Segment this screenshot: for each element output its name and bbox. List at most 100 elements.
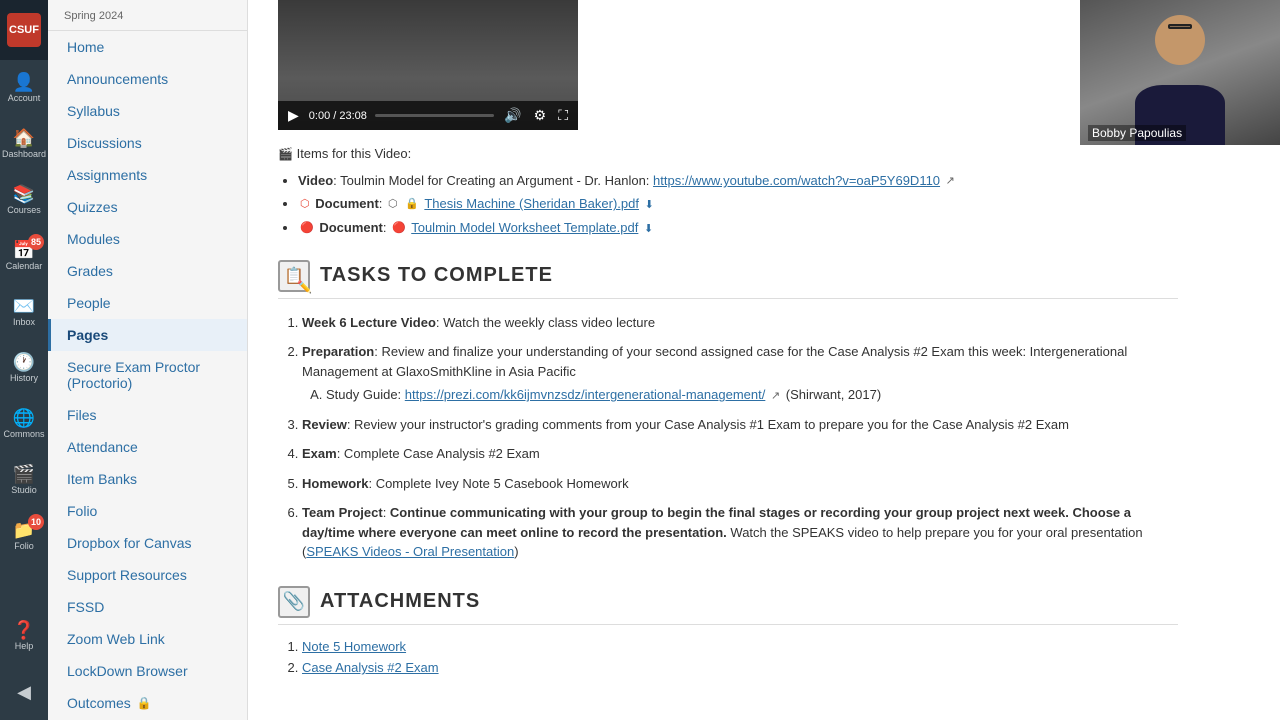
nav-item-account[interactable]: 👤 Account: [0, 60, 48, 116]
nav-item-calendar[interactable]: 📅 85 Calendar: [0, 228, 48, 284]
task-label-3: Review: [302, 417, 347, 432]
calendar-badge: 85: [28, 234, 44, 250]
sidebar-item-grades[interactable]: Grades: [48, 255, 247, 287]
download-icon-1: ⬇: [645, 199, 654, 211]
sidebar-item-files[interactable]: Files: [48, 399, 247, 431]
collapse-icon: ◀: [17, 683, 31, 701]
nav-label-commons: Commons: [3, 429, 44, 439]
nav-item-studio[interactable]: 🎬 Studio: [0, 452, 48, 508]
nav-item-history[interactable]: 🕐 History: [0, 340, 48, 396]
attachment-link-2[interactable]: Case Analysis #2 Exam: [302, 660, 439, 675]
sidebar-item-quizzes[interactable]: Quizzes: [48, 191, 247, 223]
nav-label-account: Account: [8, 93, 41, 103]
attachments-section-header: 📎 ATTACHMENTS: [278, 586, 1178, 625]
task-label-1: Week 6 Lecture Video: [302, 315, 436, 330]
task-label-4: Exam: [302, 446, 337, 461]
sidebar-item-dropbox[interactable]: Dropbox for Canvas: [48, 527, 247, 559]
sidebar-item-assignments[interactable]: Assignments: [48, 159, 247, 191]
external-link-icon: ↗: [946, 172, 955, 192]
content-area: ▶ 0:00 / 23:08 🔊 ⚙ ⛶ 🎬 Items for this Vi…: [248, 0, 1208, 711]
account-icon: 👤: [13, 73, 35, 91]
nav-item-inbox[interactable]: ✉️ Inbox: [0, 284, 48, 340]
nav-item-folio[interactable]: 📁 10 Folio: [0, 508, 48, 564]
items-for-video-section: 🎬 Items for this Video: Video: Toulmin M…: [278, 146, 1178, 240]
sub-list: Study Guide: https://prezi.com/kk6ijmvnz…: [302, 385, 1178, 405]
list-item: Week 6 Lecture Video: Watch the weekly c…: [302, 313, 1178, 333]
attachments-list: Note 5 Homework Case Analysis #2 Exam: [278, 639, 1178, 675]
external-link-icon-2: ↗: [771, 388, 780, 405]
person-name: Bobby Papoulias: [1088, 125, 1186, 141]
sidebar-item-home[interactable]: Home: [48, 31, 247, 63]
sidebar-item-support[interactable]: Support Resources: [48, 559, 247, 591]
folio-badge: 10: [28, 514, 44, 530]
items-header-icon: 🎬: [278, 147, 293, 161]
sidebar-item-discussions[interactable]: Discussions: [48, 127, 247, 159]
sidebar-item-folio[interactable]: Folio: [48, 495, 247, 527]
inbox-icon: ✉️: [13, 297, 35, 315]
attachments-icon: 📎: [278, 586, 310, 618]
studio-icon: 🎬: [13, 465, 35, 483]
nav-item-help[interactable]: ❓ Help: [0, 608, 48, 664]
video-player: ▶ 0:00 / 23:08 🔊 ⚙ ⛶: [278, 0, 578, 130]
sidebar-item-announcements[interactable]: Announcements: [48, 63, 247, 95]
person-head: [1155, 15, 1205, 65]
list-item: Preparation: Review and finalize your un…: [302, 342, 1178, 405]
sidebar-item-secure-exam[interactable]: Secure Exam Proctor (Proctorio): [48, 351, 247, 399]
team-project-bold: Continue communicating with your group t…: [302, 505, 1131, 540]
sidebar-item-lockdown[interactable]: LockDown Browser: [48, 655, 247, 687]
study-guide-link[interactable]: https://prezi.com/kk6ijmvnzsdz/intergene…: [405, 387, 766, 402]
document-link-2[interactable]: Toulmin Model Worksheet Template.pdf: [411, 220, 638, 235]
list-item: Case Analysis #2 Exam: [302, 660, 1178, 675]
nav-label-inbox: Inbox: [13, 317, 35, 327]
nav-label-courses: Courses: [7, 205, 41, 215]
video-link[interactable]: https://www.youtube.com/watch?v=oaP5Y69D…: [653, 173, 940, 188]
nav-item-courses[interactable]: 📚 Courses: [0, 172, 48, 228]
history-icon: 🕐: [13, 353, 35, 371]
list-item: 🔴 Document: 🔴 Toulmin Model Worksheet Te…: [298, 216, 1178, 240]
folder-icon-1: ⬡: [388, 195, 398, 215]
nav-label-help: Help: [15, 641, 34, 651]
sidebar-item-outcomes[interactable]: Outcomes 🔒: [48, 687, 247, 719]
sidebar-item-item-banks[interactable]: Item Banks: [48, 463, 247, 495]
document-type-2: Document: [319, 220, 383, 235]
sidebar-item-attendance[interactable]: Attendance: [48, 431, 247, 463]
canvas-logo[interactable]: CSUF: [0, 0, 48, 60]
list-item: Video: Toulmin Model for Creating an Arg…: [298, 169, 1178, 192]
video-play-button[interactable]: ▶: [286, 105, 301, 126]
sidebar-item-modules[interactable]: Modules: [48, 223, 247, 255]
sidebar-item-zoom[interactable]: Zoom Web Link: [48, 623, 247, 655]
tasks-section: 📋 TASKS TO COMPLETE Week 6 Lecture Video…: [278, 260, 1178, 562]
speaks-video-link[interactable]: SPEAKS Videos - Oral Presentation: [306, 544, 514, 559]
sidebar-item-people[interactable]: People: [48, 287, 247, 319]
video-progress-bar[interactable]: [375, 114, 494, 117]
person-background: [1080, 0, 1280, 145]
items-for-video-list: Video: Toulmin Model for Creating an Arg…: [278, 169, 1178, 240]
attachments-title: ATTACHMENTS: [320, 590, 480, 613]
doc-icon-2: 🔴: [300, 219, 314, 239]
video-time: 0:00 / 23:08: [309, 110, 367, 122]
nav-item-dashboard[interactable]: 🏠 Dashboard: [0, 116, 48, 172]
sidebar-item-syllabus[interactable]: Syllabus: [48, 95, 247, 127]
list-item: Note 5 Homework: [302, 639, 1178, 654]
nav-label-history: History: [10, 373, 38, 383]
video-fullscreen-button[interactable]: ⛶: [556, 105, 570, 126]
video-controls: ▶ 0:00 / 23:08 🔊 ⚙ ⛶: [278, 101, 578, 130]
attachments-section: 📎 ATTACHMENTS Note 5 Homework Case Analy…: [278, 586, 1178, 675]
document-link-1[interactable]: Thesis Machine (Sheridan Baker).pdf: [424, 196, 639, 211]
lock-icon-2: 🔴: [392, 219, 406, 239]
list-item: ⬡ Document: ⬡ 🔒 Thesis Machine (Sheridan…: [298, 192, 1178, 216]
nav-label-folio: Folio: [14, 541, 34, 551]
video-mute-button[interactable]: 🔊: [502, 105, 523, 126]
video-settings-button[interactable]: ⚙: [532, 105, 549, 126]
nav-label-calendar: Calendar: [6, 261, 43, 271]
outcomes-icon: 🔒: [137, 696, 152, 710]
list-item: Review: Review your instructor's grading…: [302, 415, 1178, 435]
sidebar-item-pages[interactable]: Pages: [48, 319, 247, 351]
nav-item-commons[interactable]: 🌐 Commons: [0, 396, 48, 452]
nav-item-collapse[interactable]: ◀: [0, 664, 48, 720]
sidebar-item-fssd[interactable]: FSSD: [48, 591, 247, 623]
attachment-link-1[interactable]: Note 5 Homework: [302, 639, 406, 654]
tasks-list: Week 6 Lecture Video: Watch the weekly c…: [278, 313, 1178, 562]
tasks-section-header: 📋 TASKS TO COMPLETE: [278, 260, 1178, 299]
courses-icon: 📚: [13, 185, 35, 203]
